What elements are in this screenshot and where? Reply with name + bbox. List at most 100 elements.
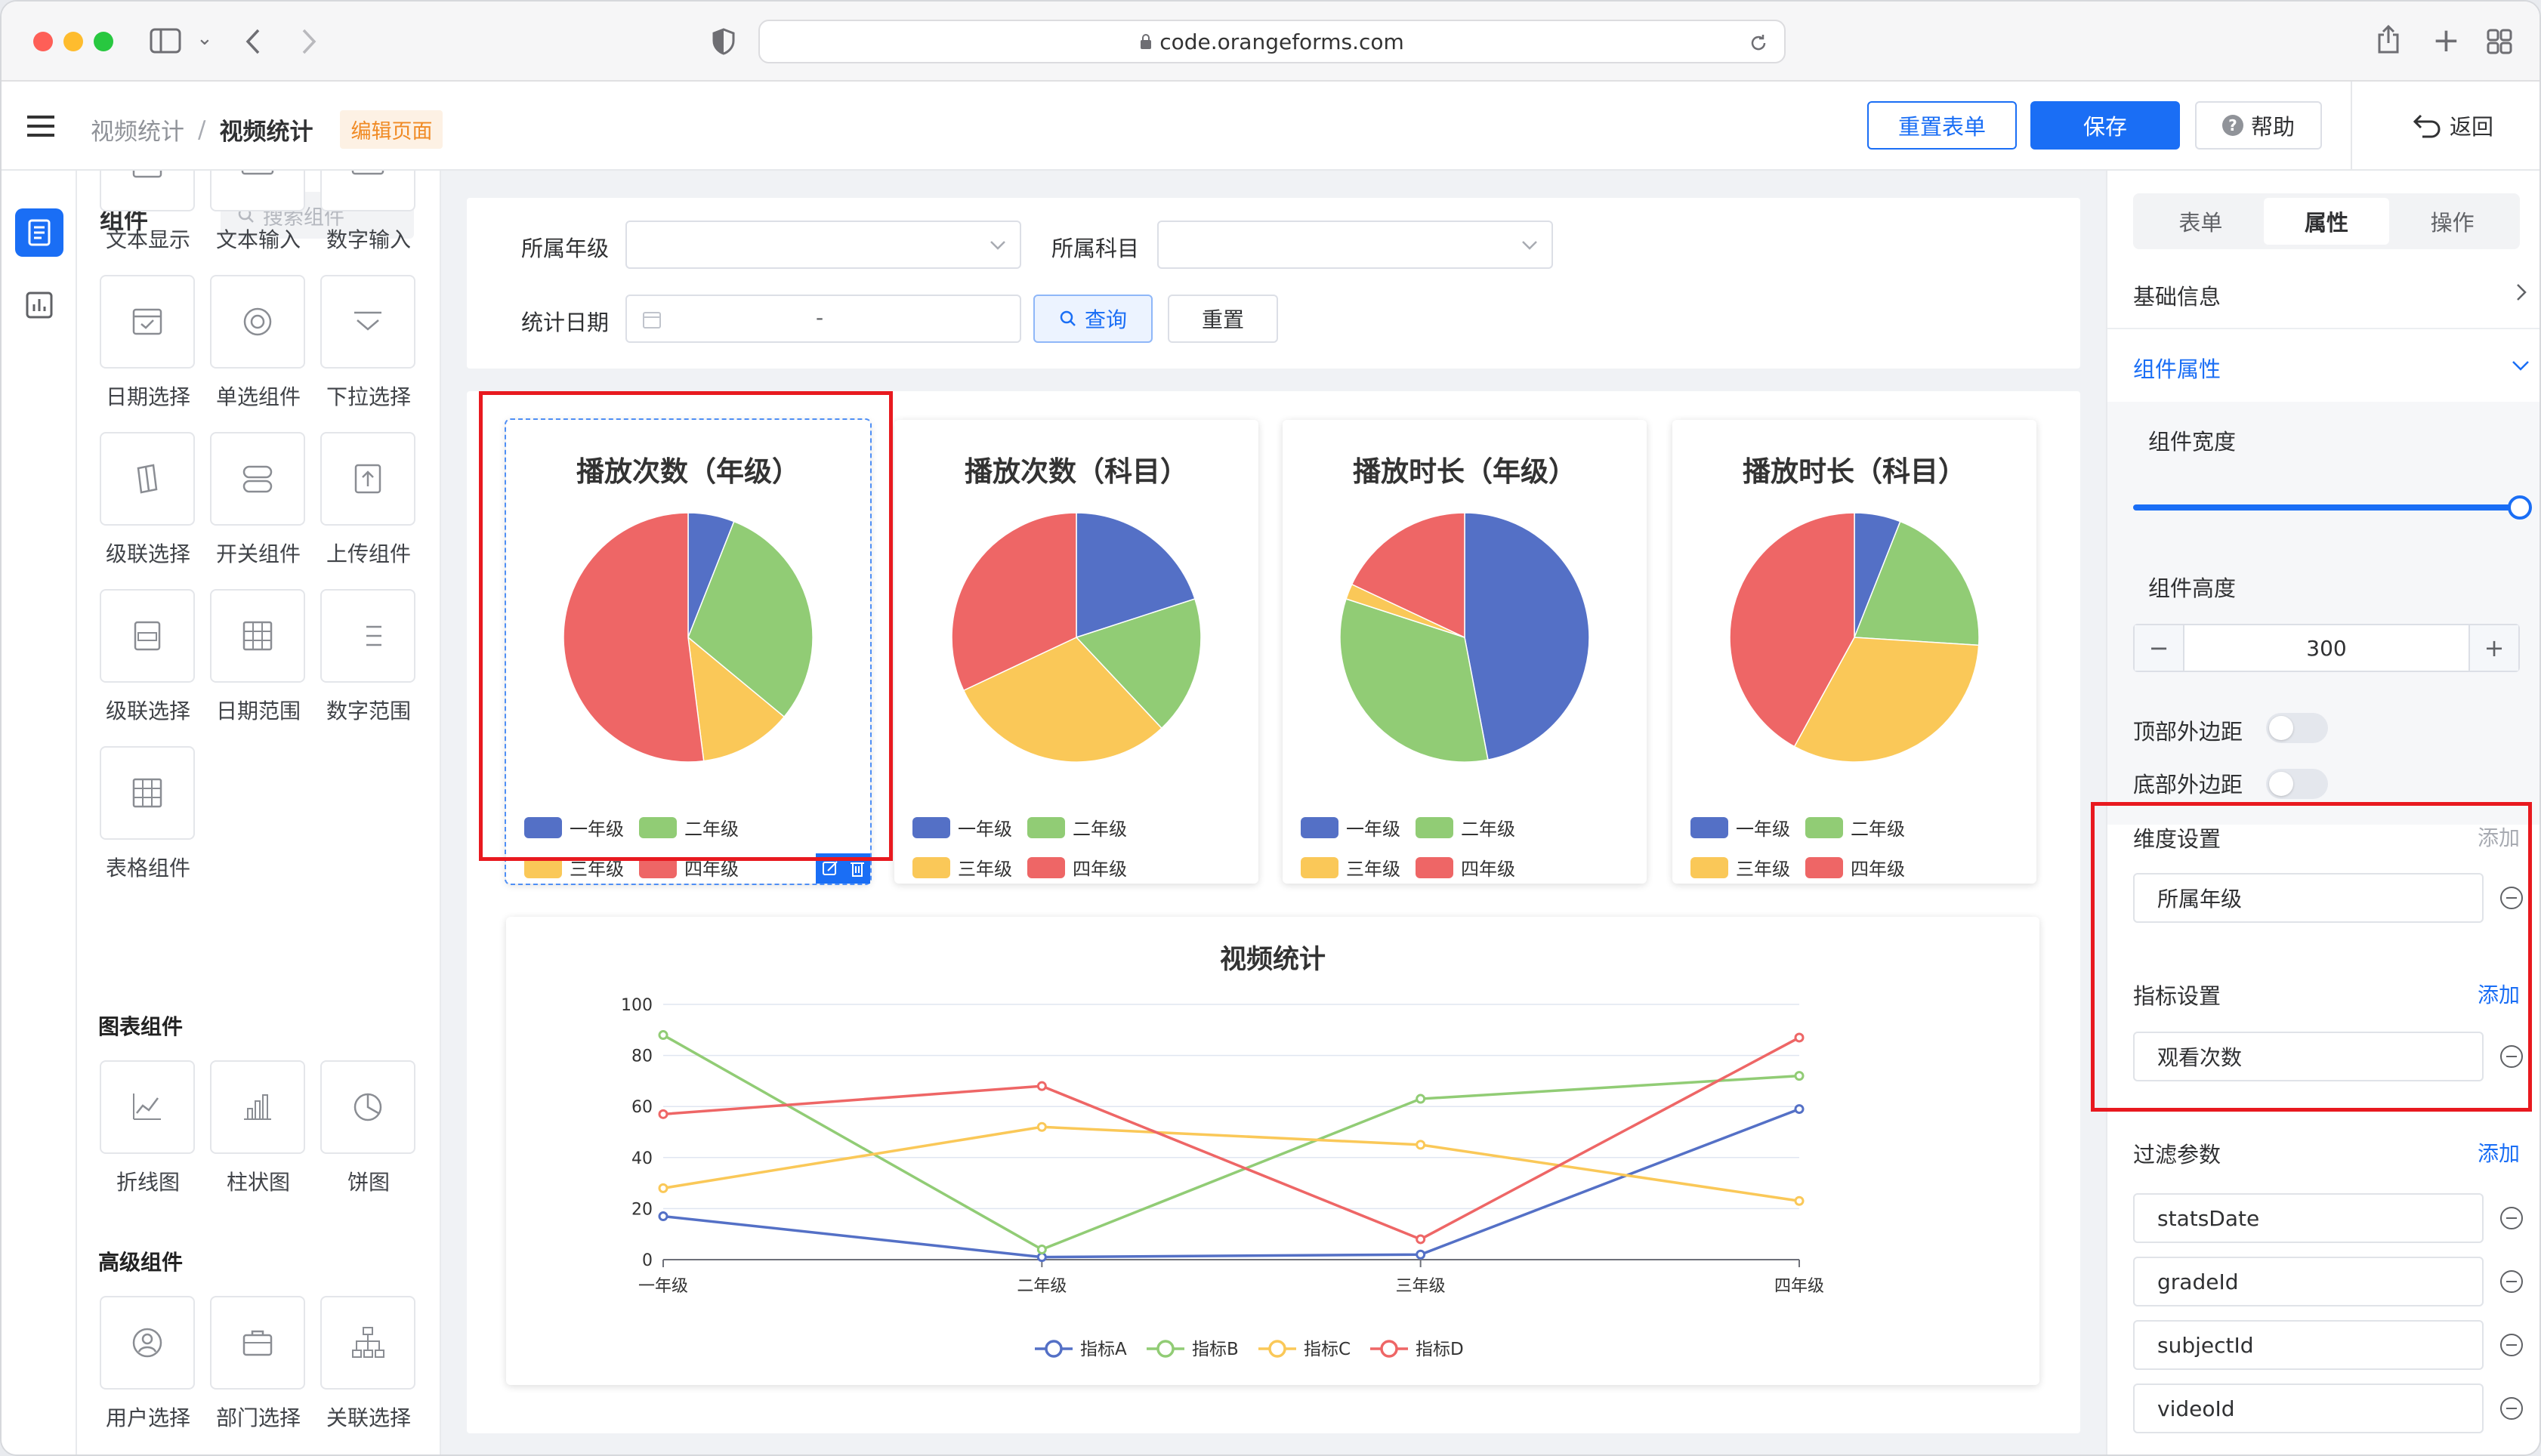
palette-advanced-item[interactable]: 部门选择 — [210, 1296, 307, 1432]
legend-label: 二年级 — [1073, 819, 1127, 840]
legend-item[interactable]: 一年级 — [1690, 814, 1790, 841]
close-window-button[interactable] — [33, 32, 53, 51]
palette-item[interactable]: 日期选择 — [100, 275, 196, 411]
dimension-field[interactable]: 所属年级 — [2133, 873, 2484, 923]
back-nav-icon[interactable] — [245, 27, 261, 60]
query-button[interactable]: 查询 — [1033, 295, 1153, 343]
width-slider-track[interactable] — [2133, 504, 2520, 511]
filter-add-link[interactable]: 添加 — [2478, 1137, 2520, 1168]
chevron-down-icon[interactable]: ⌄ — [196, 29, 213, 48]
date-range-picker[interactable]: - — [625, 295, 1021, 343]
grade-select[interactable] — [625, 221, 1021, 269]
legend-item[interactable]: 一年级 — [524, 814, 624, 841]
pie-chart-card[interactable]: 播放时长（年级） 一年级 二年级 三年级 四年级 — [1283, 420, 1647, 884]
minimize-window-button[interactable] — [63, 32, 83, 51]
width-slider-handle[interactable] — [2508, 495, 2532, 520]
breadcrumb-parent[interactable]: 视频统计 — [91, 113, 184, 147]
metric-add-link[interactable]: 添加 — [2478, 979, 2520, 1009]
chevron-down-icon[interactable] — [2511, 359, 2530, 372]
legend-item[interactable]: 三年级 — [524, 854, 624, 881]
palette-advanced-item[interactable]: 关联选择 — [320, 1296, 417, 1432]
address-bar[interactable]: code.orangeforms.com — [758, 20, 1786, 63]
palette-advanced-item[interactable]: 用户选择 — [100, 1296, 196, 1432]
dimension-add-link[interactable]: 添加 — [2478, 822, 2520, 852]
tab-form[interactable]: 表单 — [2138, 198, 2264, 245]
basic-info-section[interactable]: 基础信息 — [2133, 279, 2221, 311]
filter-param-field[interactable]: gradeId — [2133, 1257, 2484, 1306]
height-stepper[interactable]: − 300 + — [2133, 624, 2520, 672]
legend-item[interactable]: 二年级 — [1805, 814, 1905, 841]
remove-filter-param-icon[interactable] — [2500, 1270, 2523, 1293]
share-icon[interactable] — [2376, 24, 2401, 59]
nav-components-icon[interactable] — [15, 208, 63, 257]
legend-item[interactable]: 四年级 — [1027, 854, 1127, 881]
palette-item[interactable]: 上传组件 — [320, 432, 417, 568]
tab-properties[interactable]: 属性 — [2263, 198, 2390, 245]
palette-item[interactable]: 级联选择 — [100, 589, 196, 725]
legend-item[interactable]: 二年级 — [639, 814, 739, 841]
legend-item[interactable]: 二年级 — [1027, 814, 1127, 841]
palette-chart-item[interactable]: 柱状图 — [210, 1060, 307, 1196]
remove-filter-param-icon[interactable] — [2500, 1207, 2523, 1229]
remove-filter-param-icon[interactable] — [2500, 1397, 2523, 1420]
legend-item[interactable]: 三年级 — [1301, 854, 1400, 881]
delete-icon[interactable] — [849, 859, 866, 878]
metric-field[interactable]: 观看次数 — [2133, 1032, 2484, 1081]
palette-chart-item[interactable]: 饼图 — [320, 1060, 417, 1196]
palette-item[interactable]: 文本显示 — [100, 171, 196, 254]
palette-item[interactable]: 数字输入 — [320, 171, 417, 254]
legend-item[interactable]: 一年级 — [912, 814, 1012, 841]
save-button[interactable]: 保存 — [2030, 101, 2180, 150]
palette-item[interactable]: 下拉选择 — [320, 275, 417, 411]
pie-chart-card[interactable]: 播放次数（年级） 一年级 二年级 三年级 四年级 — [505, 418, 872, 885]
subject-select[interactable] — [1157, 221, 1553, 269]
reload-icon[interactable] — [1749, 33, 1768, 53]
legend-item[interactable]: 四年级 — [1805, 854, 1905, 881]
help-button[interactable]: ? 帮助 — [2195, 101, 2322, 150]
legend-item[interactable]: 四年级 — [1416, 854, 1515, 881]
increment-button[interactable]: + — [2468, 625, 2518, 671]
top-margin-toggle[interactable] — [2266, 713, 2328, 743]
palette-item[interactable]: 级联选择 — [100, 432, 196, 568]
palette-item[interactable]: 文本输入 — [210, 171, 307, 254]
menu-icon[interactable] — [27, 115, 54, 140]
palette-item[interactable]: 表格组件 — [100, 746, 196, 882]
palette-item[interactable]: 开关组件 — [210, 432, 307, 568]
privacy-shield-icon[interactable] — [712, 27, 736, 60]
bottom-margin-toggle[interactable] — [2266, 769, 2328, 799]
forward-nav-icon[interactable] — [301, 27, 317, 60]
legend-item[interactable]: 二年级 — [1416, 814, 1515, 841]
palette-chart-item[interactable]: 折线图 — [100, 1060, 196, 1196]
component-props-section[interactable]: 组件属性 — [2133, 352, 2221, 384]
filter-param-field[interactable]: subjectId — [2133, 1320, 2484, 1370]
new-tab-icon[interactable]: + — [2432, 24, 2460, 57]
legend-item[interactable]: 三年级 — [912, 854, 1012, 881]
palette-item[interactable]: 单选组件 — [210, 275, 307, 411]
legend-item[interactable]: 四年级 — [639, 854, 739, 881]
legend-item[interactable]: 一年级 — [1301, 814, 1400, 841]
number-range-icon — [366, 625, 381, 646]
tab-overview-icon[interactable] — [2487, 29, 2512, 59]
remove-filter-param-icon[interactable] — [2500, 1334, 2523, 1356]
sidebar-toggle-icon[interactable] — [150, 27, 181, 59]
reset-form-button[interactable]: 重置表单 — [1867, 101, 2017, 150]
pie-chart-card[interactable]: 播放时长（科目） 一年级 二年级 三年级 四年级 — [1672, 420, 2036, 884]
legend-item[interactable]: 三年级 — [1690, 854, 1790, 881]
filter-param-field[interactable]: videoId — [2133, 1384, 2484, 1433]
filter-param-field[interactable]: statsDate — [2133, 1193, 2484, 1243]
decrement-button[interactable]: − — [2135, 625, 2184, 671]
chevron-right-icon[interactable] — [2515, 282, 2527, 302]
pie-chart-card[interactable]: 播放次数（科目） 一年级 二年级 三年级 四年级 — [894, 420, 1258, 884]
back-button[interactable]: 返回 — [2396, 101, 2509, 150]
line-chart-card[interactable]: 视频统计 0 20 40 60 80 100 一年级 二年级 三年级 四年级 指标A 指标B 指标C 指标D — [506, 917, 2039, 1385]
palette-item[interactable]: 日期范围 — [210, 589, 307, 725]
palette-item[interactable]: 数字范围 — [320, 589, 417, 725]
reset-button[interactable]: 重置 — [1168, 295, 1278, 343]
nav-charts-icon[interactable] — [15, 281, 63, 329]
height-value[interactable]: 300 — [2184, 625, 2468, 671]
remove-dimension-icon[interactable] — [2500, 887, 2523, 909]
remove-metric-icon[interactable] — [2500, 1045, 2523, 1068]
edit-icon[interactable] — [821, 859, 839, 878]
tab-actions[interactable]: 操作 — [2389, 198, 2515, 245]
maximize-window-button[interactable] — [94, 32, 113, 51]
